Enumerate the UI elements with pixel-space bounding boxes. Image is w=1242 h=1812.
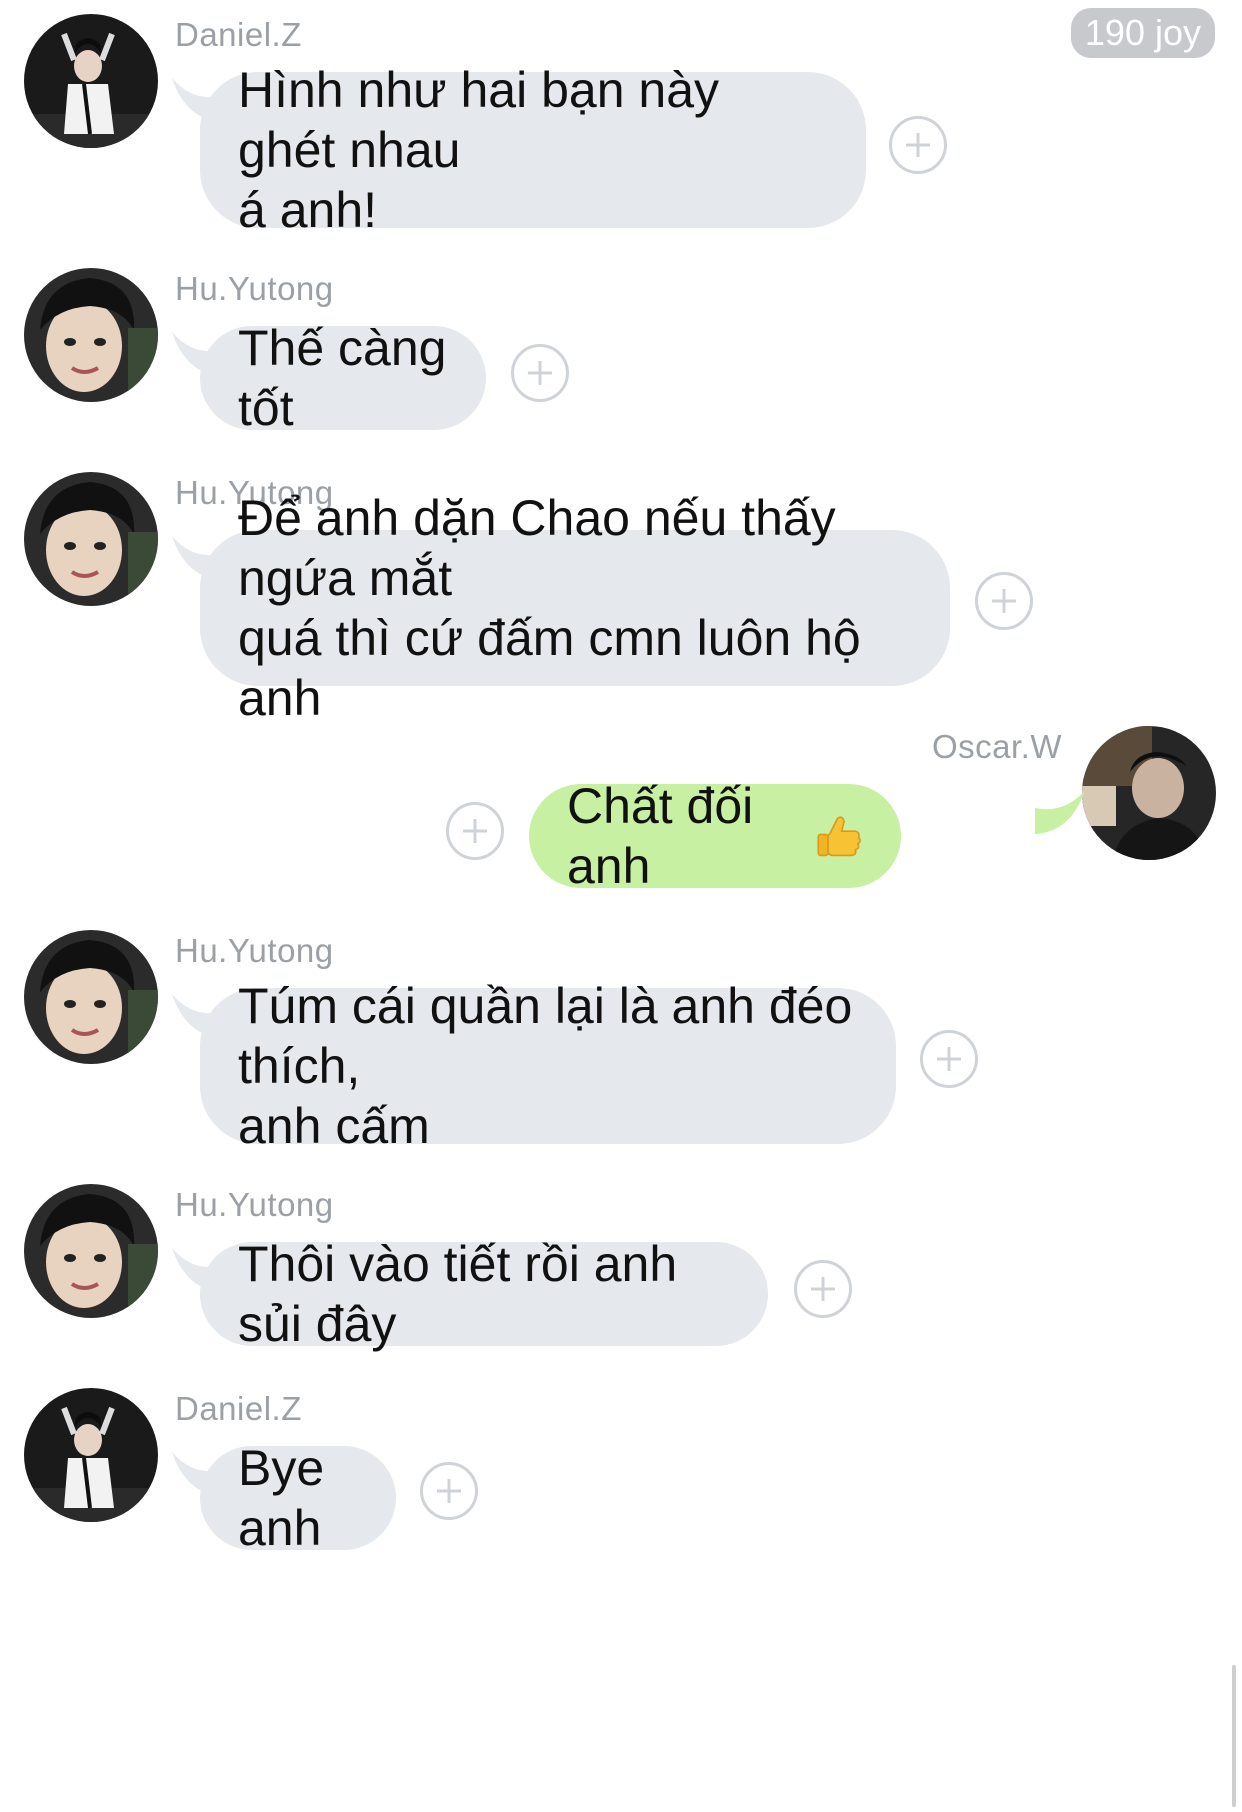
sender-name: Hu.Yutong [175, 932, 334, 969]
add-reaction-button[interactable] [446, 802, 504, 860]
message-bubble[interactable]: Bye anh [200, 1440, 396, 1556]
avatar-image [24, 472, 158, 606]
avatar-image [1082, 726, 1216, 860]
bubble-tail [1035, 790, 1085, 834]
avatar-image [24, 268, 158, 402]
avatar-image [24, 1184, 158, 1318]
message-line: Để anh dặn Chao nếu thấy ngứa mắt [238, 490, 836, 606]
plus-circle-icon [906, 133, 930, 157]
add-reaction-button[interactable] [794, 1260, 852, 1318]
thumbs-up-icon [816, 816, 861, 857]
add-reaction-button[interactable] [889, 116, 947, 174]
message-line: Túm cái quần lại là anh đéo thích, [238, 978, 853, 1094]
sender-name: Daniel.Z [175, 1390, 302, 1427]
joy-badge: 190 joy [1070, 8, 1215, 58]
avatar-image [24, 930, 158, 1064]
avatar[interactable] [24, 472, 158, 606]
avatar[interactable] [24, 1388, 158, 1522]
plus-circle-icon [463, 819, 487, 843]
message-bubble[interactable]: Hình như hai bạn này ghét nhau á anh! [200, 62, 866, 238]
message-bubble[interactable]: Chất đối anh [529, 778, 901, 894]
plus-circle-icon [811, 1277, 835, 1301]
message-line: anh cấm [238, 1098, 430, 1154]
avatar[interactable] [24, 14, 158, 148]
plus-circle-icon [528, 361, 552, 385]
message-line: Thế càng tốt [238, 320, 447, 436]
avatar[interactable] [24, 268, 158, 402]
scrollbar[interactable] [1232, 1665, 1236, 1807]
avatar[interactable] [24, 1184, 158, 1318]
message-line: Bye anh [238, 1440, 325, 1556]
message-line: Hình như hai bạn này ghét nhau [238, 62, 720, 178]
sender-name: Hu.Yutong [175, 1186, 334, 1223]
sender-name: Hu.Yutong [175, 270, 334, 307]
add-reaction-button[interactable] [511, 344, 569, 402]
plus-circle-icon [937, 1047, 961, 1071]
message-line: Chất đối anh [567, 778, 754, 894]
message-line: Thôi vào tiết rồi anh sủi đây [238, 1236, 678, 1352]
plus-circle-icon [992, 589, 1016, 613]
add-reaction-button[interactable] [975, 572, 1033, 630]
chat-view: 190 joy Daniel.Z Hình như hai bạn này gh… [0, 0, 1242, 1812]
message-bubble[interactable]: Túm cái quần lại là anh đéo thích, anh c… [200, 978, 896, 1154]
avatar[interactable] [1082, 726, 1216, 860]
add-reaction-button[interactable] [420, 1462, 478, 1520]
sender-name: Daniel.Z [175, 16, 302, 53]
avatar-image [24, 1388, 158, 1522]
message-line: quá thì cứ đấm cmn luôn hộ anh [238, 610, 861, 726]
avatar-image [24, 14, 158, 148]
message-bubble[interactable]: Thế càng tốt [200, 320, 486, 436]
sender-name: Oscar.W [931, 728, 1062, 765]
plus-circle-icon [437, 1479, 461, 1503]
avatar[interactable] [24, 930, 158, 1064]
message-bubble[interactable]: Thôi vào tiết rồi anh sủi đây [200, 1236, 768, 1352]
message-line: á anh! [238, 182, 378, 238]
message-bubble[interactable]: Để anh dặn Chao nếu thấy ngứa mắt quá th… [200, 490, 950, 726]
add-reaction-button[interactable] [920, 1030, 978, 1088]
